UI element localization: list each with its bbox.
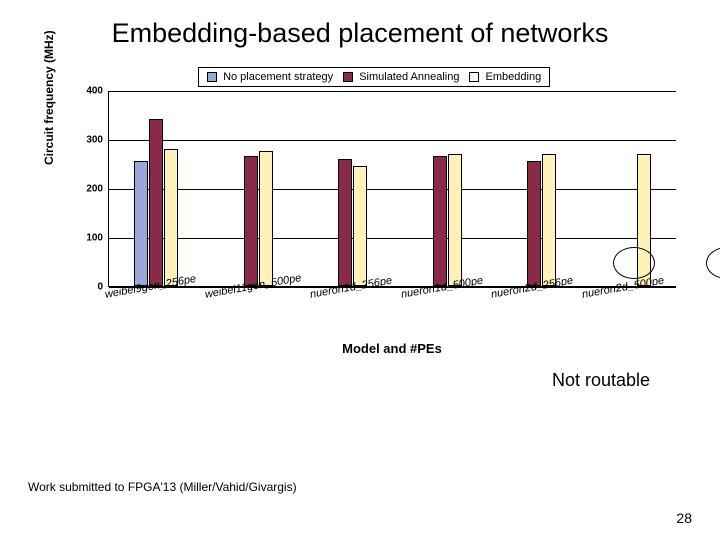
y-tick-label: 200: [75, 184, 103, 195]
legend-label: Simulated Annealing: [359, 71, 459, 83]
bar: [448, 154, 462, 286]
bar: [527, 161, 541, 286]
bar-group: [512, 91, 556, 286]
square-icon: [469, 72, 479, 82]
page-title: Embedding-based placement of networks: [28, 18, 692, 49]
bar-group: [134, 91, 178, 286]
bar: [338, 159, 352, 286]
y-axis-label: Circuit frequency (MHz): [42, 30, 56, 165]
square-icon: [343, 72, 353, 82]
bars-container: [109, 91, 676, 286]
legend-item: Embedding: [469, 71, 541, 83]
bar: [134, 161, 148, 286]
annotation-oval-icon: [613, 247, 655, 279]
bar: [433, 156, 447, 286]
y-tick-label: 100: [75, 233, 103, 244]
x-axis-label: Model and #PEs: [108, 341, 676, 356]
bar-group: [229, 91, 273, 286]
annotation-text: Not routable: [552, 370, 650, 391]
bar-group: [323, 91, 367, 286]
bar: [244, 156, 258, 286]
annotation-oval-icon: [706, 247, 720, 279]
bar: [542, 154, 556, 286]
square-icon: [207, 72, 217, 82]
footnote: Work submitted to FPGA'13 (Miller/Vahid/…: [28, 480, 297, 494]
bar: [149, 119, 163, 286]
bar: [259, 151, 273, 286]
legend-label: No placement strategy: [223, 71, 333, 83]
page-number: 28: [676, 510, 692, 526]
legend-item: No placement strategy: [207, 71, 333, 83]
legend: No placement strategy Simulated Annealin…: [198, 67, 550, 87]
plot-area: 0100200300400: [108, 91, 676, 287]
bar-group: [418, 91, 462, 286]
chart: No placement strategy Simulated Annealin…: [58, 67, 698, 367]
x-ticks: weibel9gen_256peweibel11gen_500penueron1…: [108, 289, 676, 335]
legend-item: Simulated Annealing: [343, 71, 459, 83]
y-tick-label: 400: [75, 86, 103, 97]
y-tick-label: 0: [75, 282, 103, 293]
legend-label: Embedding: [486, 71, 542, 83]
bar: [353, 166, 367, 286]
bar: [164, 149, 178, 286]
y-tick-label: 300: [75, 135, 103, 146]
